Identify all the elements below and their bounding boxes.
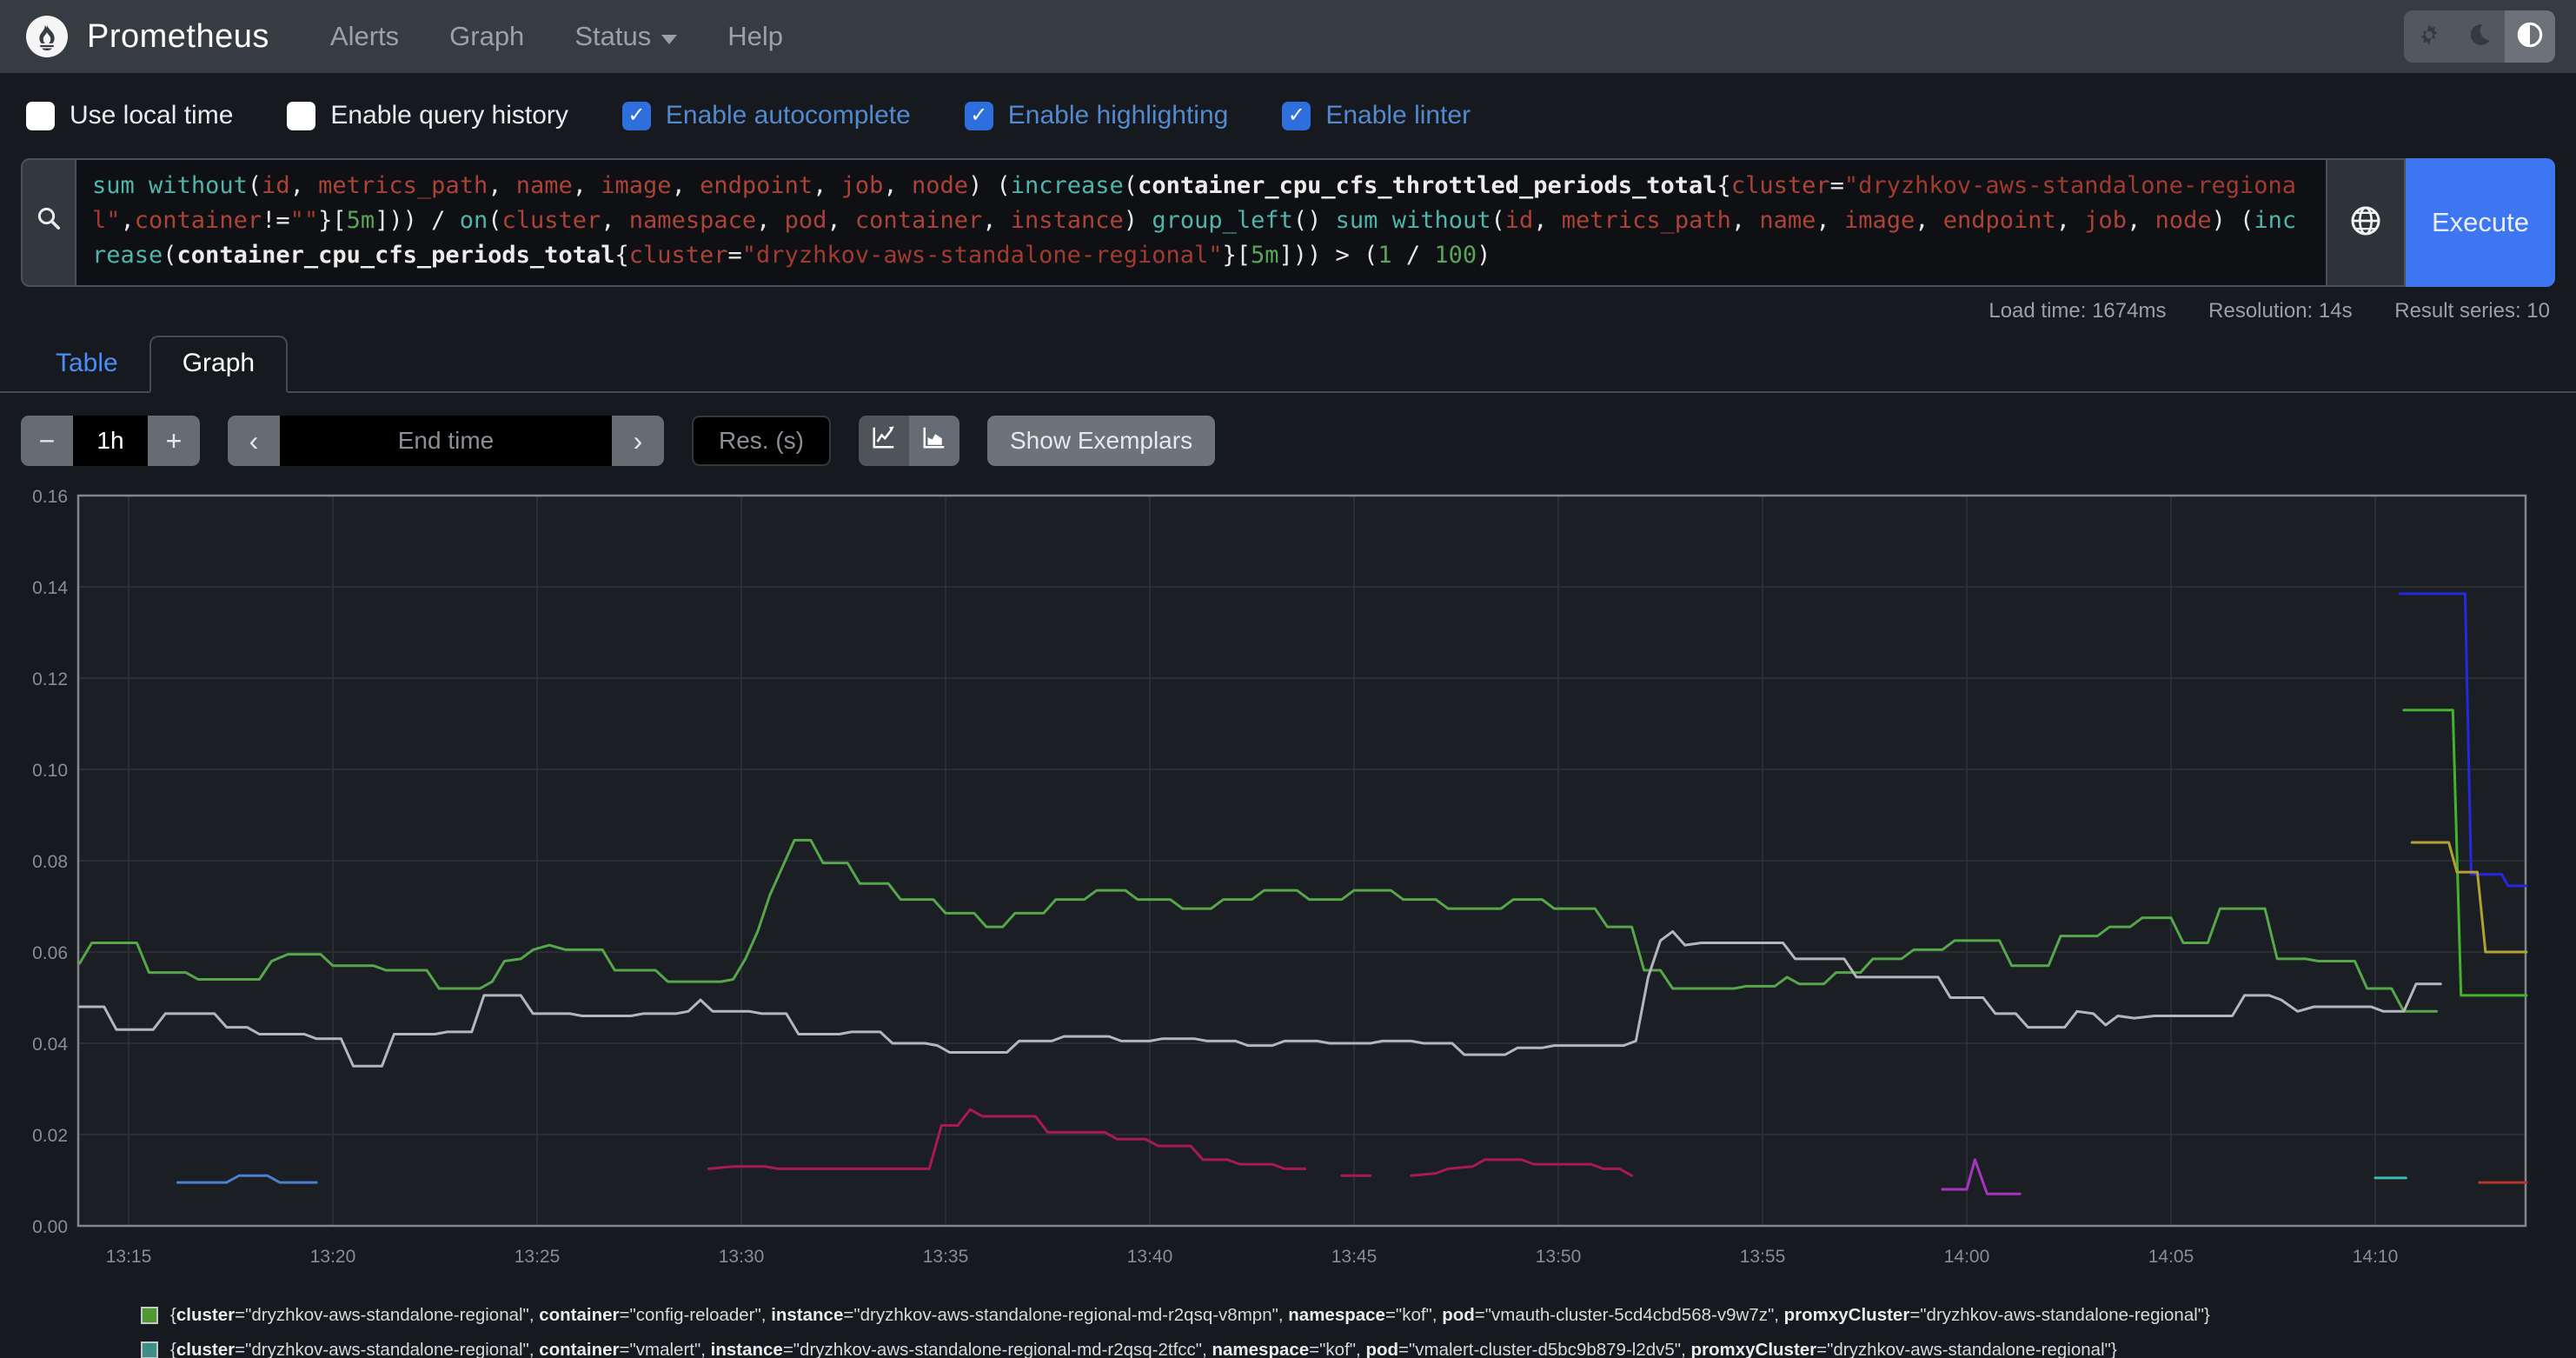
x-axis-label: 13:55 — [1740, 1247, 1786, 1267]
x-axis-label: 13:35 — [923, 1247, 969, 1267]
y-axis-label: 0.00 — [32, 1217, 68, 1237]
x-axis-label: 13:50 — [1536, 1247, 1582, 1267]
checkbox-enable-linter[interactable]: ✓ Enable linter — [1282, 101, 1471, 130]
check-icon: ✓ — [1288, 105, 1305, 126]
nav-item-graph[interactable]: Graph — [449, 21, 524, 52]
checkbox-label: Enable highlighting — [1008, 101, 1229, 130]
forward-in-time-button[interactable]: › — [612, 416, 664, 466]
series-legend: {cluster="dryzhkov-aws-standalone-region… — [141, 1298, 2446, 1358]
stacked-chart-icon — [921, 424, 947, 457]
y-axis-label: 0.10 — [32, 761, 68, 781]
nav-links: Alerts Graph Status Help — [330, 21, 783, 52]
theme-auto-button[interactable] — [2505, 10, 2555, 63]
chart-canvas[interactable]: 0.00 0.02 0.04 0.06 0.08 0.10 0.12 0.14 0.16 13:1… — [0, 482, 2576, 1290]
resolution-input[interactable] — [692, 416, 831, 466]
checkbox-label: Enable linter — [1325, 101, 1471, 130]
x-axis-label: 14:00 — [1944, 1247, 1990, 1267]
back-in-time-button[interactable]: ‹ — [228, 416, 280, 466]
metrics-explorer-button[interactable] — [21, 158, 75, 287]
x-axis-label: 13:15 — [106, 1247, 152, 1267]
x-axis-label: 13:40 — [1127, 1247, 1173, 1267]
panel-tabs: Table Graph — [0, 336, 2576, 393]
show-exemplars-button[interactable]: Show Exemplars — [987, 416, 1215, 466]
load-time: Load time: 1674ms — [1988, 299, 2166, 323]
resolution: Resolution: 14s — [2208, 299, 2352, 323]
x-axis-label: 13:45 — [1331, 1247, 1378, 1267]
app-title: Prometheus — [87, 18, 269, 56]
prometheus-logo-icon — [26, 16, 68, 57]
checkbox-box[interactable]: ✓ — [965, 102, 993, 130]
x-axis-label: 14:10 — [2353, 1247, 2399, 1267]
y-axis-label: 0.04 — [32, 1035, 68, 1055]
legend-item[interactable]: {cluster="dryzhkov-aws-standalone-region… — [141, 1298, 2446, 1333]
line-chart-icon — [871, 424, 897, 457]
chart-type-toggle — [859, 416, 959, 466]
checkbox-enable-autocomplete[interactable]: ✓ Enable autocomplete — [622, 101, 911, 130]
check-icon: ✓ — [627, 105, 645, 126]
check-icon: ✓ — [970, 105, 987, 126]
search-icon — [36, 205, 62, 236]
theme-toggle — [2404, 10, 2555, 63]
range-stepper: − + — [21, 416, 200, 466]
legend-swatch — [141, 1341, 158, 1358]
moon-icon — [2466, 22, 2493, 52]
legend-item[interactable]: {cluster="dryzhkov-aws-standalone-region… — [141, 1333, 2446, 1358]
query-panel: sum without(id, metrics_path, name, imag… — [21, 158, 2555, 287]
y-axis-label: 0.06 — [32, 943, 68, 963]
sun-icon — [2415, 21, 2443, 53]
y-axis-label: 0.02 — [32, 1126, 68, 1146]
legend-swatch — [141, 1307, 158, 1324]
x-axis-label: 13:25 — [515, 1247, 561, 1267]
line-chart-button[interactable] — [859, 416, 909, 466]
decrease-range-button[interactable]: − — [21, 416, 73, 466]
checkbox-use-local-time[interactable]: Use local time — [26, 101, 233, 130]
checkbox-enable-query-history[interactable]: Enable query history — [287, 101, 568, 130]
endtime-stepper: ‹ › — [228, 416, 664, 466]
checkbox-enable-highlighting[interactable]: ✓ Enable highlighting — [965, 101, 1229, 130]
increase-range-button[interactable]: + — [148, 416, 200, 466]
checkbox-box[interactable] — [26, 102, 55, 130]
graph-toolbar: − + ‹ › Show Exemplars — [21, 416, 2576, 466]
x-axis-label: 13:30 — [719, 1247, 765, 1267]
query-expression-input[interactable]: sum without(id, metrics_path, name, imag… — [75, 158, 2327, 287]
graph-chart[interactable]: 0.00 0.02 0.04 0.06 0.08 0.10 0.12 0.14 0.16 13:1… — [0, 482, 2576, 1295]
brand[interactable]: Prometheus — [26, 16, 269, 57]
legend-labels: {cluster="dryzhkov-aws-standalone-region… — [170, 1333, 2117, 1358]
x-axis-label: 14:05 — [2148, 1247, 2194, 1267]
execute-button[interactable]: Execute — [2406, 158, 2555, 287]
nav-item-alerts[interactable]: Alerts — [330, 21, 399, 52]
options-row: Use local time Enable query history ✓ Enabl… — [0, 73, 2576, 153]
y-axis-label: 0.08 — [32, 852, 68, 872]
y-axis-label: 0.16 — [32, 487, 68, 507]
theme-light-button[interactable] — [2404, 10, 2454, 63]
stacked-chart-button[interactable] — [909, 416, 959, 466]
globe-icon — [2348, 203, 2383, 243]
theme-dark-button[interactable] — [2454, 10, 2505, 63]
checkbox-label: Enable query history — [330, 101, 568, 130]
explain-query-button[interactable] — [2327, 158, 2406, 287]
navbar: Prometheus Alerts Graph Status Help — [0, 0, 2576, 73]
chevron-down-icon — [661, 35, 677, 44]
checkbox-box[interactable] — [287, 102, 315, 130]
tab-table[interactable]: Table — [24, 337, 149, 391]
range-input[interactable] — [73, 416, 148, 466]
checkbox-box[interactable]: ✓ — [1282, 102, 1311, 130]
query-stats: Load time: 1674ms Resolution: 14s Result… — [0, 287, 2576, 323]
y-axis-label: 0.14 — [32, 578, 68, 598]
nav-item-help[interactable]: Help — [727, 21, 783, 52]
y-axis-label: 0.12 — [32, 669, 68, 689]
tab-graph[interactable]: Graph — [149, 336, 288, 393]
checkbox-box[interactable]: ✓ — [622, 102, 651, 130]
checkbox-label: Enable autocomplete — [666, 101, 911, 130]
legend-labels: {cluster="dryzhkov-aws-standalone-region… — [170, 1298, 2210, 1333]
result-series: Result series: 10 — [2394, 299, 2550, 323]
nav-item-status[interactable]: Status — [574, 21, 677, 52]
circle-half-icon — [2516, 21, 2544, 53]
end-time-input[interactable] — [280, 416, 612, 466]
x-axis-label: 13:20 — [310, 1247, 356, 1267]
checkbox-label: Use local time — [70, 101, 233, 130]
